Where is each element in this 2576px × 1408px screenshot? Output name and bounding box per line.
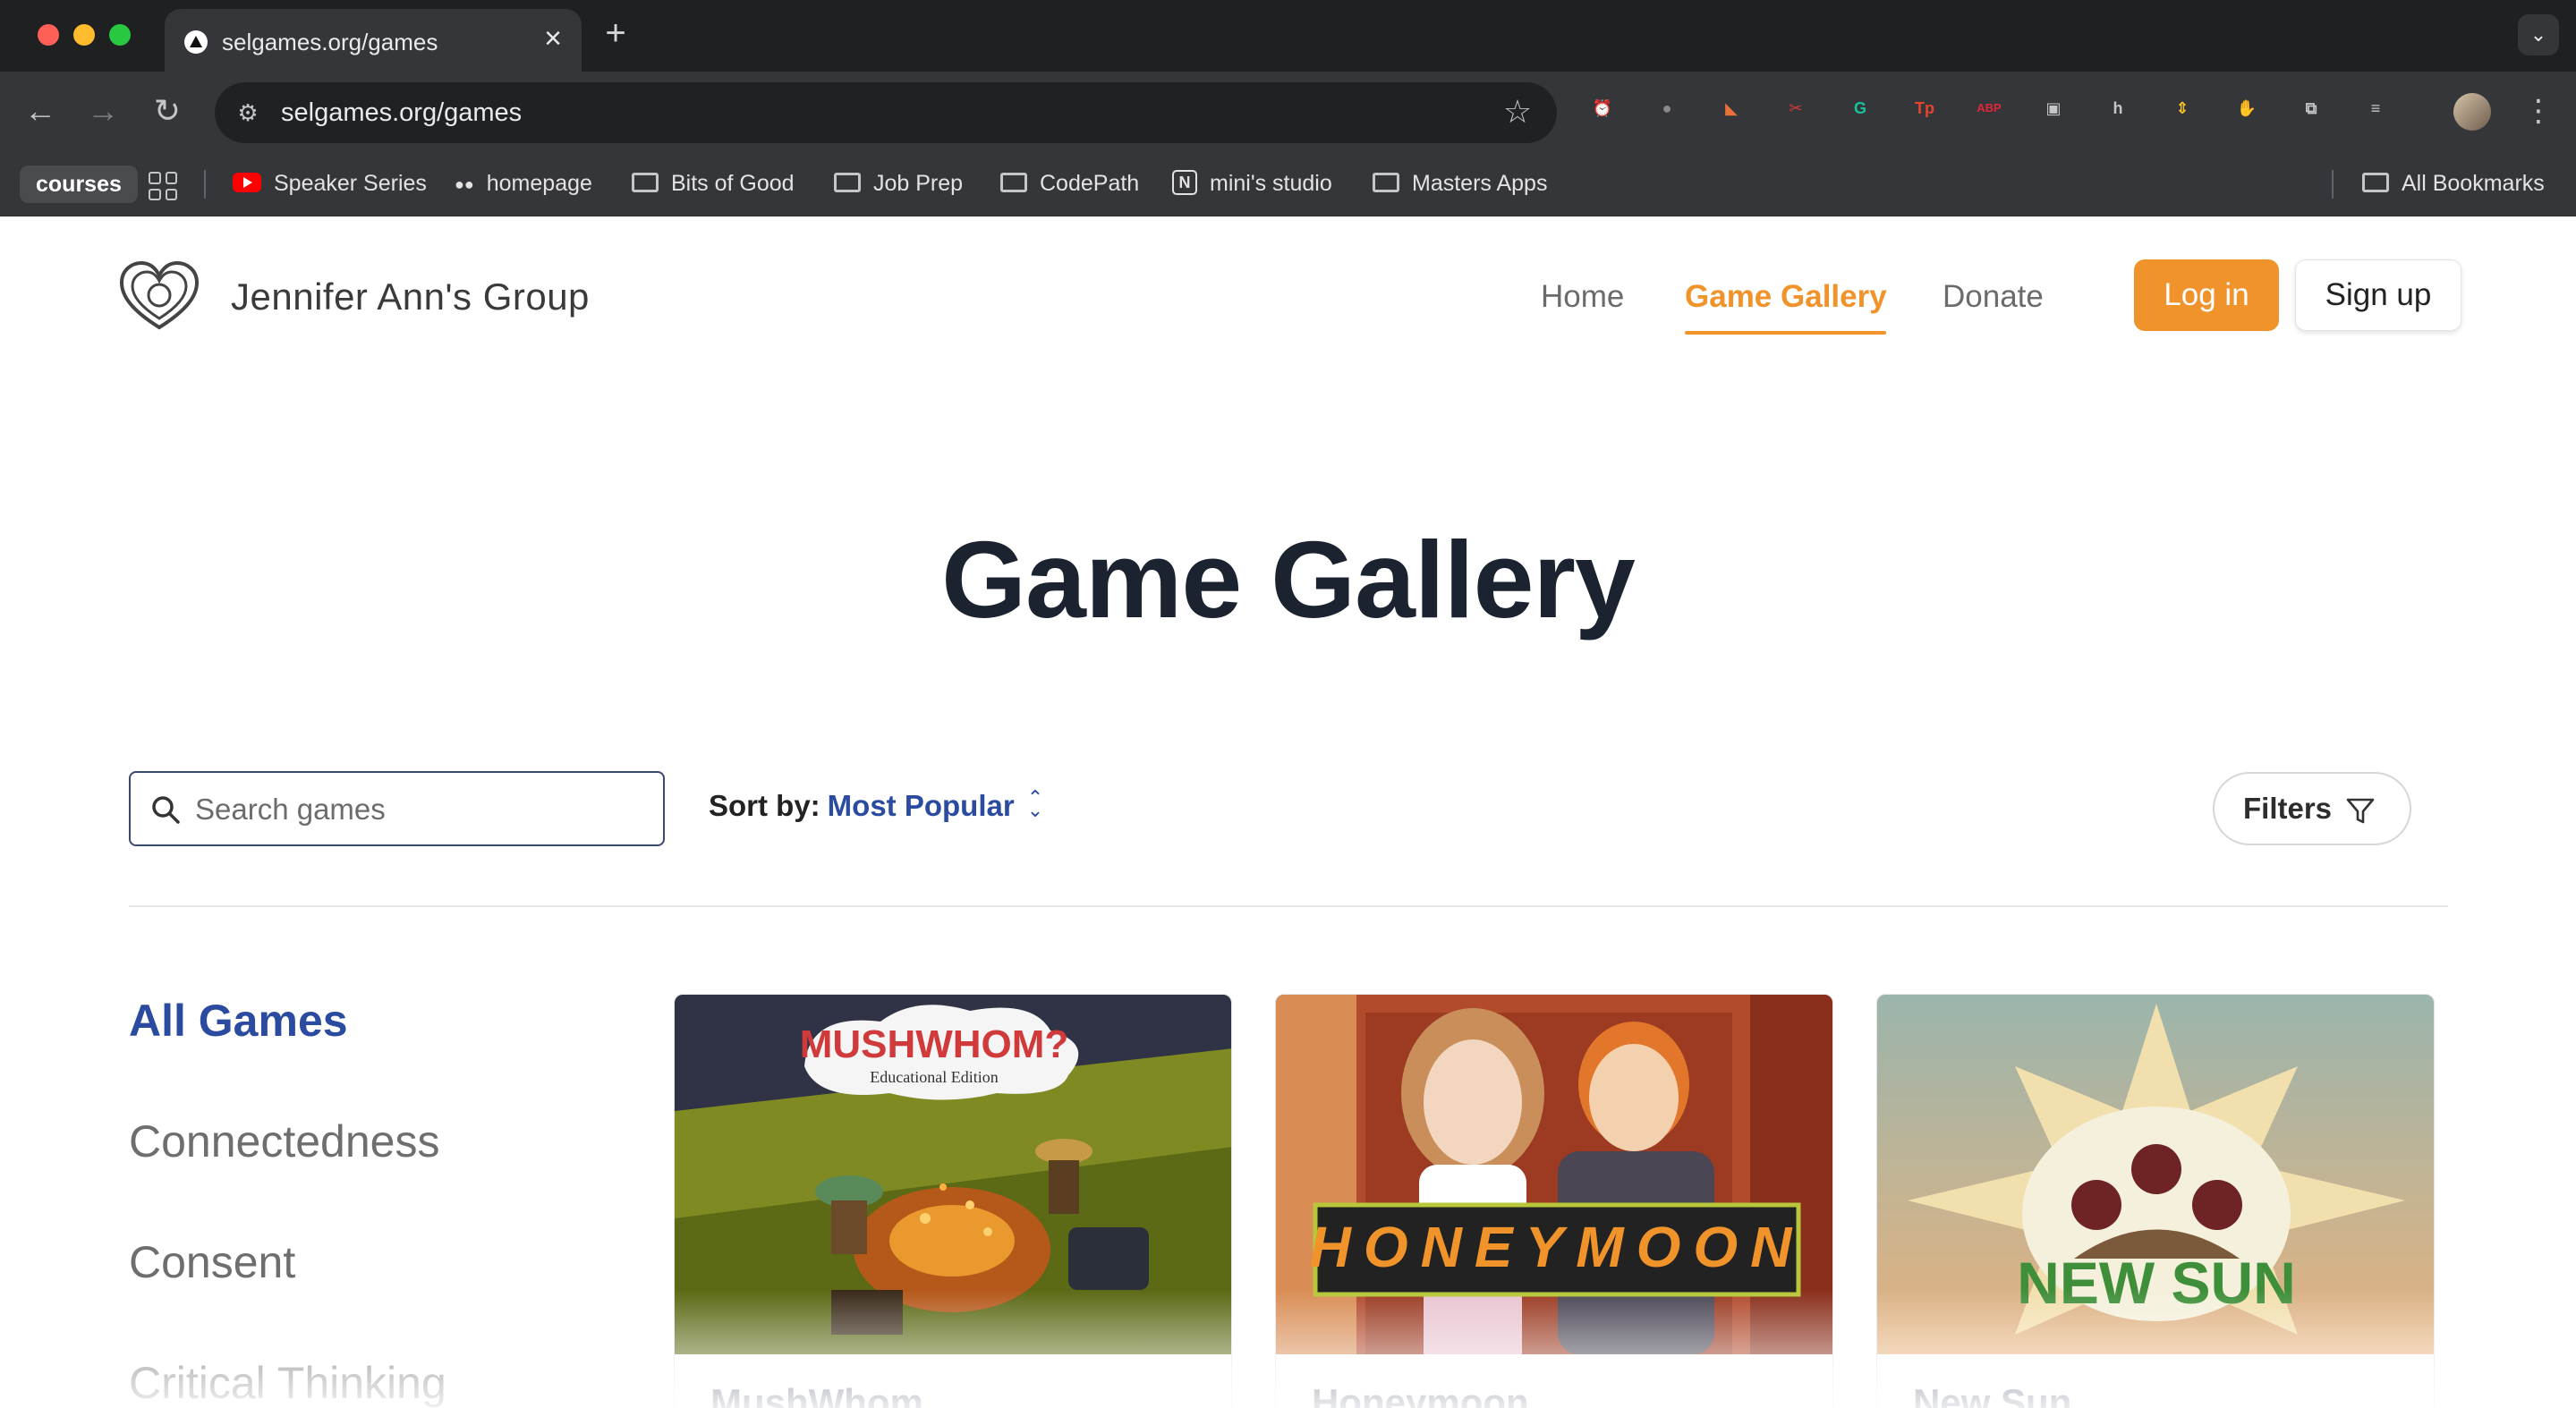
hand-icon[interactable]: ✋ (2232, 93, 2262, 123)
honeymoon-art-title: HONEYMOON (1310, 1215, 1805, 1279)
circle-icon[interactable]: ● (1652, 93, 1682, 123)
signup-button[interactable]: Sign up (2295, 259, 2461, 331)
browser-titlebar: selgames.org/games × + ⌄ (0, 0, 2576, 72)
filter-funnel-icon (2346, 798, 2375, 824)
search-icon (152, 796, 180, 824)
category-critical-thinking[interactable]: Critical Thinking (129, 1357, 446, 1408)
nav-home[interactable]: Home (1541, 279, 1624, 315)
search-input[interactable] (195, 785, 642, 834)
arrows-icon[interactable]: ⇕ (2167, 93, 2198, 123)
section-divider (129, 905, 2448, 907)
folder-icon (1373, 173, 1399, 193)
window-minimize-button[interactable] (73, 24, 95, 46)
url-text[interactable]: selgames.org/games (281, 98, 522, 128)
game-thumbnail-honeymoon: HONEYMOON (1276, 995, 1832, 1354)
scissors-icon[interactable]: ✂ (1781, 93, 1811, 123)
sort-dropdown[interactable]: Sort by: Most Popular ⌃ ⌄ (709, 786, 1044, 823)
bookmarks-bar: courses Speaker Series ●● homepage Bits o… (0, 152, 2576, 216)
flag-icon[interactable]: ◣ (1716, 93, 1747, 123)
grammarly-icon[interactable]: G (1845, 93, 1875, 123)
bookmark-star-icon[interactable]: ☆ (1498, 93, 1537, 132)
game-thumbnail-new-sun: NEW SUN (1877, 995, 2434, 1354)
mushwhom-art-subtitle: Educational Edition (870, 1068, 998, 1086)
game-thumbnail-mushwhom: MUSHWHOM? Educational Edition (675, 995, 1231, 1354)
site-favicon-icon (184, 30, 208, 54)
login-button[interactable]: Log in (2134, 259, 2279, 331)
folder-icon (1000, 173, 1027, 193)
nav-game-gallery[interactable]: Game Gallery (1685, 279, 1887, 315)
window-maximize-button[interactable] (109, 24, 131, 46)
tp-icon[interactable]: Tp (1909, 93, 1940, 123)
sort-label: Sort by: (709, 789, 820, 822)
nav-active-indicator (1685, 331, 1886, 335)
abp-icon[interactable]: ABP (1974, 93, 2004, 123)
game-title[interactable]: MushWhom (710, 1381, 923, 1408)
game-title[interactable]: New Sun (1913, 1381, 2071, 1408)
bookmark-minis-studio[interactable]: Nmini's studio (1172, 165, 1332, 201)
browser-menu-icon[interactable]: ⋮ (2523, 91, 2554, 132)
bookmark-separator (204, 170, 206, 199)
bookmark-codepath[interactable]: CodePath (1000, 165, 1139, 201)
notion-icon: N (1172, 170, 1197, 196)
nav-donate[interactable]: Donate (1943, 279, 2044, 315)
filters-label: Filters (2243, 792, 2333, 825)
puzzle-icon[interactable]: ⧉ (2296, 93, 2326, 123)
window-icon[interactable]: ▣ (2038, 93, 2069, 123)
browser-tab-active[interactable]: selgames.org/games × (165, 9, 582, 72)
media-icon[interactable]: ≡ (2360, 93, 2391, 123)
heart-logo-icon[interactable] (118, 259, 200, 333)
bookmark-bits-of-good[interactable]: Bits of Good (632, 165, 795, 201)
filters-button[interactable]: Filters (2213, 772, 2411, 845)
forward-arrow-icon[interactable]: → (82, 91, 123, 132)
eyes-icon: ●● (455, 175, 474, 194)
tab-close-icon[interactable]: × (537, 23, 569, 55)
search-field[interactable] (129, 771, 665, 846)
new-tab-button[interactable]: + (598, 15, 633, 52)
game-card-new-sun[interactable]: NEW SUN New Sun (1876, 994, 2435, 1408)
youtube-icon (233, 173, 261, 193)
folder-icon (632, 173, 659, 193)
site-name[interactable]: Jennifer Ann's Group (231, 276, 590, 318)
sort-chevron-icon: ⌃ ⌄ (1026, 786, 1044, 822)
category-consent[interactable]: Consent (129, 1236, 295, 1288)
folder-icon (2362, 173, 2389, 193)
sort-value[interactable]: Most Popular (828, 789, 1015, 822)
bookmark-separator (2332, 170, 2334, 199)
folder-icon (834, 173, 861, 193)
game-card-honeymoon[interactable]: HONEYMOON Honeymoon (1275, 994, 1833, 1408)
profile-avatar[interactable] (2453, 93, 2491, 131)
bookmark-courses[interactable]: courses (20, 165, 138, 203)
game-card-mushwhom[interactable]: MUSHWHOM? Educational Edition MushWhom (674, 994, 1232, 1408)
bookmark-speaker-series[interactable]: Speaker Series (233, 165, 427, 201)
mushwhom-art-title: MUSHWHOM? (800, 1022, 1069, 1066)
category-all-games[interactable]: All Games (129, 995, 348, 1047)
clock-icon[interactable]: ⏰ (1587, 93, 1618, 123)
window-close-button[interactable] (38, 24, 59, 46)
bookmark-job-prep[interactable]: Job Prep (834, 165, 963, 201)
bookmark-homepage[interactable]: ●● homepage (455, 165, 592, 201)
game-title[interactable]: Honeymoon (1312, 1381, 1529, 1408)
all-bookmarks-button[interactable]: All Bookmarks (2362, 165, 2545, 201)
page-title: Game Gallery (941, 519, 1636, 640)
tab-title: selgames.org/games (222, 29, 438, 55)
site-settings-icon[interactable]: ⚙ (229, 95, 267, 131)
h-icon[interactable]: h (2103, 93, 2133, 123)
new-sun-art-title: NEW SUN (2017, 1250, 2296, 1316)
tab-search-button[interactable]: ⌄ (2518, 14, 2559, 55)
reload-icon[interactable]: ↻ (147, 91, 188, 132)
bookmark-masters-apps[interactable]: Masters Apps (1373, 165, 1547, 201)
address-bar[interactable]: ⚙ selgames.org/games ☆ (215, 82, 1557, 143)
apps-grid-icon[interactable] (149, 172, 177, 200)
back-arrow-icon[interactable]: ← (20, 91, 61, 132)
web-page: Jennifer Ann's Group Home Game Gallery D… (0, 216, 2576, 1408)
category-connectedness[interactable]: Connectedness (129, 1115, 439, 1167)
